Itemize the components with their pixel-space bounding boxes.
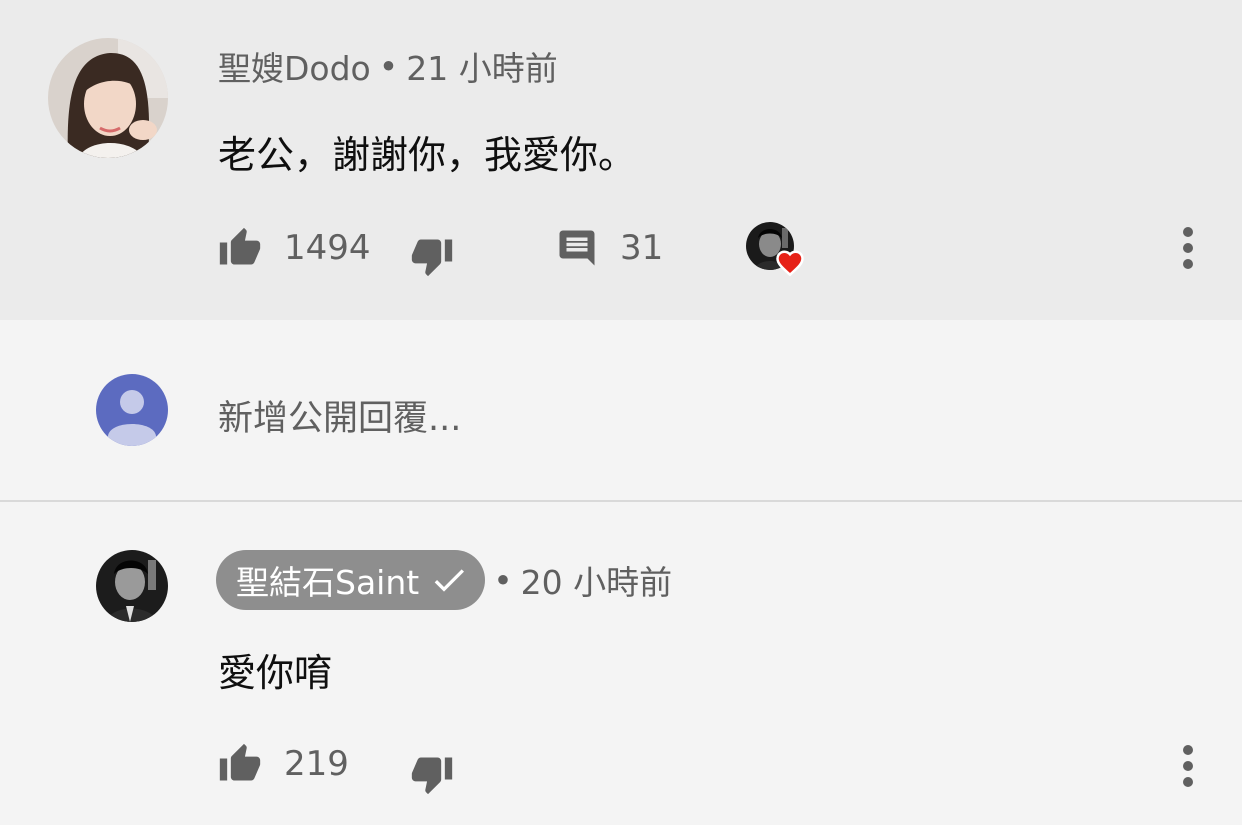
reply-input-bar: 新增公開回覆...: [0, 320, 1242, 500]
creator-badge[interactable]: 聖結石Saint: [216, 550, 486, 610]
reply-comment: 聖結石Saint • 20 小時前 愛你唷 219: [0, 502, 1242, 825]
thumb-up-icon: [219, 227, 261, 265]
more-vert-icon: [1183, 745, 1193, 787]
person-icon: [108, 390, 156, 446]
meta-separator: •: [493, 560, 513, 600]
reply-dislike-button[interactable]: [410, 748, 454, 800]
commenter-avatar[interactable]: [48, 38, 168, 158]
reply-author: 聖結石Saint: [236, 563, 420, 602]
reply-time[interactable]: 20 小時前: [521, 556, 672, 604]
thumb-up-icon: [219, 743, 261, 781]
verified-check-icon: [434, 569, 465, 592]
more-vert-icon: [1183, 227, 1193, 269]
like-button[interactable]: 1494: [218, 222, 371, 274]
reply-meta: 聖結石Saint • 20 小時前: [216, 550, 672, 610]
reply-input[interactable]: 新增公開回覆...: [218, 390, 461, 441]
comment-text: 老公，謝謝你，我愛你。: [218, 133, 637, 177]
top-comment: 聖嫂Dodo • 21 小時前 老公，謝謝你，我愛你。 1494 31: [0, 0, 1242, 320]
comment-time[interactable]: 21 小時前: [406, 42, 557, 90]
reply-count: 31: [620, 228, 664, 268]
creator-heart: [746, 222, 808, 280]
dislike-button[interactable]: [410, 230, 454, 282]
thumb-down-icon: [411, 239, 453, 277]
reply-more-options-button[interactable]: [1168, 736, 1208, 796]
reply-like-count: 219: [284, 744, 349, 784]
comment-author[interactable]: 聖嫂Dodo: [218, 42, 371, 90]
more-options-button[interactable]: [1168, 218, 1208, 278]
meta-separator: •: [378, 46, 399, 86]
reply-button[interactable]: 31: [556, 222, 663, 274]
like-count: 1494: [284, 228, 371, 268]
thumb-down-icon: [411, 757, 453, 795]
creator-heart-icon: [776, 250, 804, 277]
reply-author-avatar[interactable]: [96, 550, 168, 622]
comment-icon: [559, 230, 595, 266]
comment-meta: 聖嫂Dodo • 21 小時前: [218, 42, 558, 90]
reply-text: 愛你唷: [218, 651, 333, 695]
user-avatar: [96, 374, 168, 446]
reply-like-button[interactable]: 219: [218, 738, 349, 790]
